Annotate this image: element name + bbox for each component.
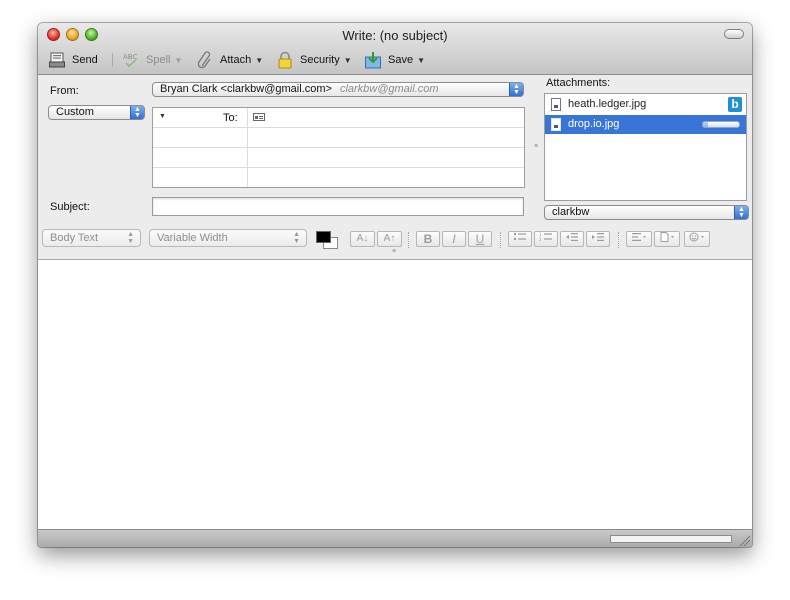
recipient-row[interactable] [153,168,524,188]
font-value: Variable Width [157,232,228,244]
format-toolbar: Body Text ▲ ▼ Variable Width ▲ ▼ A↓ A↑ ≡ B… [38,226,752,256]
toolbar-separator [112,53,113,67]
window-title: Write: (no subject) [342,28,448,43]
select-arrows-icon: ▲ ▼ [734,206,748,219]
attach-button[interactable]: Attach ▼ [196,50,263,70]
status-progress-field [610,535,732,543]
insert-page-icon [660,232,674,242]
attachments-list[interactable]: heath.ledger.jpg b drop.io.jpg [544,93,747,201]
subject-label: Subject: [50,201,90,213]
underline-button[interactable]: U [468,231,492,247]
file-icon [551,118,561,131]
security-button[interactable]: Security ▼ [276,50,352,70]
upload-progress-bar [702,121,740,128]
spell-button[interactable]: ABC Spell ▼ [122,50,182,70]
format-splitter-handle: ≡ [392,248,397,255]
account-value: clarkbw [552,206,590,218]
spell-label: Spell [146,54,171,66]
recipient-type-label[interactable]: To: [223,112,238,124]
title-bar: Write: (no subject) Send ABC Spell ▼ Att… [38,23,752,75]
recipient-row[interactable] [153,148,524,168]
resize-grip-icon[interactable] [738,534,750,546]
select-arrows-icon: ▲ ▼ [509,83,523,96]
recipient-row[interactable] [153,128,524,148]
bullet-list-icon [513,232,526,241]
larger-text-button[interactable]: A↑ [377,231,402,247]
attachment-badge-icon: b [728,97,742,112]
attachments-title: Attachments: [546,77,611,89]
spell-menu-caret-icon: ▼ [174,55,183,65]
spellcheck-icon: ABC [123,53,137,68]
smiley-menu-button[interactable] [684,231,710,247]
attachment-name: drop.io.jpg [568,118,620,130]
font-select[interactable]: Variable Width ▲ ▼ [149,229,307,247]
text-color-swatch[interactable] [316,231,331,243]
indent-icon [592,233,604,241]
address-card-icon[interactable] [253,113,265,121]
bulleted-list-button[interactable] [508,231,532,247]
subject-input[interactable] [152,197,524,216]
toolbar-separator [408,232,410,248]
save-label: Save [388,54,414,66]
send-icon [49,52,65,68]
attach-menu-caret-icon: ▼ [255,55,264,65]
from-value: Bryan Clark <clarkbw@gmail.com> [160,83,332,95]
toolbar-toggle-button[interactable] [724,29,744,39]
select-arrows-icon: ▲ ▼ [130,106,144,119]
file-icon [551,98,561,111]
recipient-type-caret-icon[interactable]: ▼ [159,113,166,120]
paragraph-style-select[interactable]: Body Text ▲ ▼ [42,229,141,247]
smiley-icon [689,232,704,242]
custom-label: Custom [56,106,94,118]
select-arrows-icon: ▲ ▼ [293,231,300,245]
from-label: From: [50,85,79,97]
header-splitter-handle[interactable]: ≡ [534,143,538,150]
paragraph-style-value: Body Text [50,232,99,244]
bold-button[interactable]: B [416,231,440,247]
from-hint: clarkbw@gmail.com [339,83,439,95]
italic-button[interactable]: I [442,231,466,247]
smaller-text-button[interactable]: A↓ [350,231,375,247]
numbered-list-button[interactable]: 12 [534,231,558,247]
upload-progress-fill [703,122,709,127]
account-select[interactable]: clarkbw ▲ ▼ [544,205,749,220]
message-body-editor[interactable] [38,259,752,530]
security-label: Security [300,54,340,66]
select-arrows-icon: ▲ ▼ [127,231,134,245]
from-select[interactable]: Bryan Clark <clarkbw@gmail.com> clarkbw@g… [152,82,524,97]
paperclip-icon [197,51,211,69]
recipient-table: ▼ To: [152,107,525,188]
send-button[interactable]: Send [48,50,98,70]
security-menu-caret-icon: ▼ [343,55,352,65]
svg-text:2: 2 [539,237,542,242]
outdent-button[interactable] [560,231,584,247]
save-icon [365,52,381,69]
compose-window: Write: (no subject) Send ABC Spell ▼ Att… [38,23,752,547]
send-label: Send [72,54,98,66]
attach-label: Attach [220,54,252,66]
alignment-menu-button[interactable] [626,231,652,247]
align-left-icon [632,233,646,241]
attachment-item[interactable]: heath.ledger.jpg b [545,95,746,114]
outdent-icon [566,233,578,241]
numbered-list-icon: 12 [539,232,552,242]
indent-button[interactable] [586,231,610,247]
attachment-item[interactable]: drop.io.jpg [545,115,746,134]
toolbar-separator [500,232,502,248]
recipient-row[interactable]: ▼ To: [153,108,524,128]
custom-select[interactable]: Custom ▲ ▼ [48,105,145,120]
status-bar [38,529,752,547]
lock-icon [278,51,292,69]
attachment-name: heath.ledger.jpg [568,98,647,110]
save-button[interactable]: Save ▼ [364,50,425,70]
save-menu-caret-icon: ▼ [417,55,425,65]
toolbar-separator [618,232,620,248]
insert-menu-button[interactable] [654,231,680,247]
